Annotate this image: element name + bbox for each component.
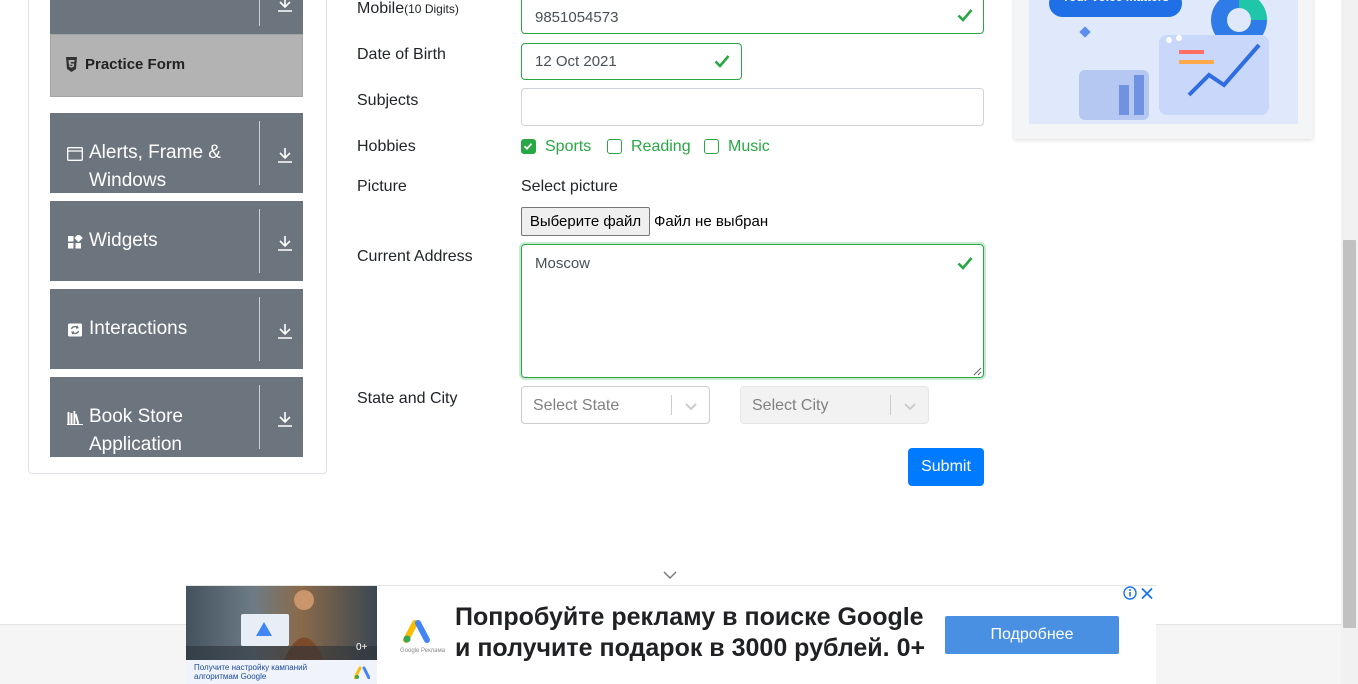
google-ads-logo-icon xyxy=(403,620,430,643)
ad-age-badge: 0+ xyxy=(356,642,368,653)
right-advertisement[interactable]: Your voice matters xyxy=(1014,0,1313,139)
ad-headline-line: Попробуйте рекламу в поиске Google xyxy=(455,603,924,631)
sidebar-group-widgets[interactable]: Widgets xyxy=(50,201,303,281)
valid-check-icon xyxy=(957,257,973,270)
ad-caption-text: Получите настройку кампаний алгоритмам G… xyxy=(194,663,308,681)
sidebar-group-forms[interactable] xyxy=(50,0,303,34)
sidebar-group-alerts[interactable]: Alerts, Frame & Windows xyxy=(50,113,303,193)
download-arrow-icon xyxy=(278,0,292,12)
group-divider xyxy=(259,121,260,185)
subjects-label: Subjects xyxy=(357,92,419,109)
sidebar-group-label: Book Store Application xyxy=(89,406,183,455)
current-address-label: Current Address xyxy=(357,248,473,265)
download-arrow-icon xyxy=(278,148,292,163)
group-divider xyxy=(259,209,260,273)
sidebar-item-label: Practice Form xyxy=(85,56,186,73)
widgets-icon xyxy=(68,235,83,249)
valid-check-icon xyxy=(957,9,973,22)
scrollbar-thumb[interactable] xyxy=(1343,240,1356,628)
city-select[interactable]: Select City xyxy=(740,386,929,424)
group-divider xyxy=(259,297,260,361)
mobile-label: Mobile(10 Digits) xyxy=(357,0,459,17)
download-arrow-icon xyxy=(278,236,292,251)
hobby-sports-label[interactable]: Sports xyxy=(545,138,591,156)
download-arrow-icon xyxy=(278,324,292,339)
select-divider xyxy=(890,395,891,415)
ad-photo: 0+ xyxy=(186,586,377,660)
window-icon xyxy=(67,147,83,161)
ad-person-image xyxy=(186,590,377,660)
resize-grip-icon[interactable] xyxy=(973,367,982,376)
close-icon[interactable] xyxy=(1139,586,1155,601)
html5-icon xyxy=(66,57,77,72)
analytics-illustration-icon xyxy=(1079,0,1269,120)
bookshelf-icon xyxy=(67,411,83,425)
ad-photo-caption: Получите настройку кампаний алгоритмам G… xyxy=(186,660,377,684)
submit-button[interactable]: Submit xyxy=(908,448,984,486)
ad-logo-box: Google Реклама xyxy=(382,598,450,668)
select-picture-label: Select picture xyxy=(521,178,618,195)
chevron-down-icon xyxy=(685,403,697,411)
ad-headline[interactable]: Попробуйте рекламу в поиске Google и пол… xyxy=(455,602,935,664)
dob-input[interactable]: 12 Oct 2021 xyxy=(521,43,742,80)
picture-label: Picture xyxy=(357,178,407,195)
hobby-music-checkbox[interactable] xyxy=(704,139,719,154)
mobile-input[interactable]: 9851054573 xyxy=(521,0,984,34)
sidebar-group-label: Widgets xyxy=(89,230,158,251)
state-placeholder: Select State xyxy=(533,397,620,414)
sidebar-item-practice-form[interactable]: Practice Form xyxy=(50,34,303,97)
sidebar-group-interactions[interactable]: Interactions xyxy=(50,289,303,369)
current-address-textarea[interactable]: Moscow xyxy=(521,244,984,378)
hobby-music-label[interactable]: Music xyxy=(728,138,770,156)
file-status-text: Файл не выбран xyxy=(654,213,769,230)
chevron-down-icon xyxy=(904,403,916,411)
choose-file-button[interactable]: Выберите файл xyxy=(521,207,650,236)
city-placeholder: Select City xyxy=(752,397,829,414)
subjects-input[interactable] xyxy=(521,88,984,126)
hobbies-label: Hobbies xyxy=(357,138,416,155)
ad-headline-line: и получите подарок в 3000 рублей. 0+ xyxy=(455,634,926,662)
sidebar-group-label: Interactions xyxy=(89,318,188,339)
select-divider xyxy=(671,395,672,415)
download-arrow-icon xyxy=(278,412,292,427)
sidebar-group-label: Alerts, Frame & Windows xyxy=(89,142,221,191)
chevron-down-icon[interactable] xyxy=(662,570,678,580)
hobby-reading-checkbox[interactable] xyxy=(607,139,622,154)
valid-check-icon xyxy=(714,55,730,68)
hobby-sports-checkbox[interactable] xyxy=(521,139,536,154)
state-select[interactable]: Select State xyxy=(521,386,710,424)
group-divider xyxy=(259,0,260,26)
hobby-reading-label[interactable]: Reading xyxy=(631,138,691,156)
ad-cta-button[interactable]: Подробнее xyxy=(945,616,1119,654)
bottom-advertisement[interactable]: 0+ Получите настройку кампаний алгоритма… xyxy=(186,585,1156,684)
state-city-label: State and City xyxy=(357,390,458,407)
ad-illustration: Your voice matters xyxy=(1029,0,1298,124)
ad-logo-caption: Google Реклама xyxy=(400,648,446,654)
info-icon[interactable] xyxy=(1123,586,1137,600)
dob-label: Date of Birth xyxy=(357,46,446,63)
sidebar-group-book-store[interactable]: Book Store Application xyxy=(50,377,303,457)
google-ads-logo-icon xyxy=(354,666,370,679)
interactions-icon xyxy=(68,323,82,337)
checkmark-icon xyxy=(523,143,533,151)
group-divider xyxy=(259,385,260,449)
